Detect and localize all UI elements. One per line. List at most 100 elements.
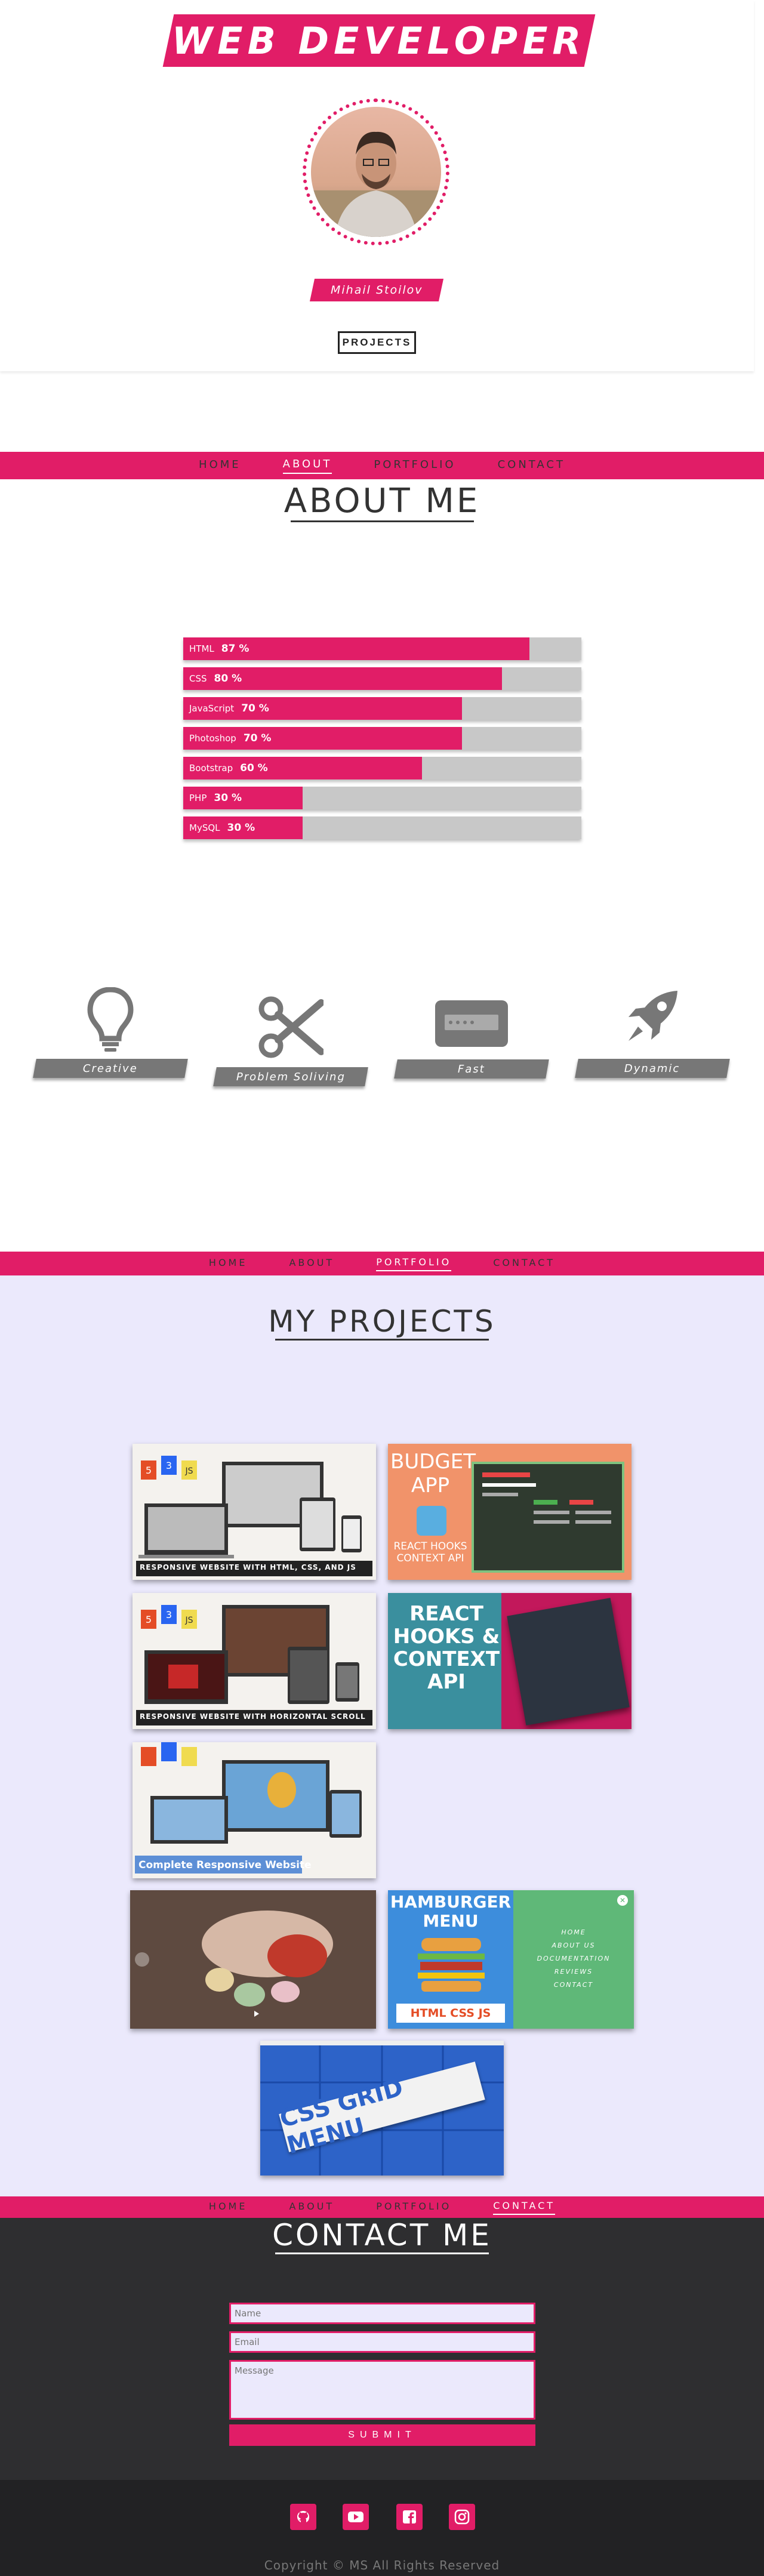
skill-name: CSS bbox=[189, 673, 207, 684]
skill-name: JavaScript bbox=[189, 703, 235, 714]
project-title: REACT HOOKS & CONTEXT API bbox=[393, 1602, 500, 1694]
github-icon[interactable] bbox=[290, 2504, 316, 2530]
react-logo-icon bbox=[417, 1506, 446, 1536]
project-card-complete-responsive[interactable]: Complete Responsive Website bbox=[133, 1742, 376, 1878]
card-icon bbox=[435, 1000, 508, 1047]
menu-item: HOME bbox=[561, 1928, 586, 1936]
skill-name: HTML bbox=[189, 643, 214, 654]
copyright-text: Copyright © MS All Rights Reserved bbox=[264, 2558, 500, 2572]
skill-name: MySQL bbox=[189, 822, 220, 833]
contact-section: CONTACT ME SUBMIT bbox=[0, 2218, 764, 2480]
skill-fill: HTML 87 % bbox=[183, 637, 530, 660]
project-title: BUDGET APP bbox=[390, 1450, 476, 1497]
name-field[interactable] bbox=[229, 2303, 535, 2324]
svg-text:3: 3 bbox=[166, 1460, 172, 1471]
nav-home[interactable]: HOME bbox=[199, 458, 241, 473]
skill-name: Bootstrap bbox=[189, 763, 233, 774]
title-underline bbox=[275, 2253, 489, 2254]
nav-portfolio[interactable]: PORTFOLIO bbox=[376, 2201, 451, 2214]
menu-item: REVIEWS bbox=[554, 1968, 593, 1976]
trait-problem-solving: Problem Soliving bbox=[213, 994, 368, 1086]
skill-value: 87 % bbox=[221, 643, 249, 655]
skill-name: PHP bbox=[189, 793, 207, 803]
nav-about[interactable]: ABOUT bbox=[282, 458, 332, 474]
projects-button[interactable]: PROJECTS bbox=[338, 331, 416, 354]
message-field[interactable] bbox=[229, 2360, 535, 2420]
spacer bbox=[0, 371, 764, 452]
skill-bar: JavaScript 70 % bbox=[183, 697, 581, 720]
svg-text:5: 5 bbox=[146, 1614, 152, 1625]
project-caption: Complete Responsive Website bbox=[138, 1859, 312, 1871]
project-card-image-slider[interactable] bbox=[130, 1890, 376, 2029]
project-card-responsive-website[interactable]: 5 3 JS RESPONSIVE WEBSITE WITH HTML, CSS… bbox=[133, 1444, 376, 1580]
skill-bar: Bootstrap 60 % bbox=[183, 757, 581, 779]
trait-label-text: Creative bbox=[83, 1062, 138, 1075]
skill-value: 60 % bbox=[240, 762, 268, 774]
menu-item: ABOUT US bbox=[552, 1942, 596, 1949]
nav-portfolio[interactable]: PORTFOLIO bbox=[376, 1256, 452, 1271]
project-card-budget-app[interactable]: BUDGET APP REACT HOOKS CONTEXT API bbox=[388, 1444, 631, 1580]
skill-fill: PHP 30 % bbox=[183, 787, 303, 809]
project-title: HAMBURGER MENU bbox=[390, 1892, 512, 1931]
facebook-icon[interactable] bbox=[396, 2504, 423, 2530]
youtube-icon[interactable] bbox=[343, 2504, 369, 2530]
svg-text:3: 3 bbox=[166, 1609, 172, 1620]
email-field[interactable] bbox=[229, 2331, 535, 2353]
name-badge: Mihail Stoilov bbox=[309, 279, 444, 301]
title-underline bbox=[290, 520, 474, 522]
trait-creative: Creative bbox=[33, 987, 188, 1078]
avatar-ring bbox=[303, 98, 449, 245]
footer: Copyright © MS All Rights Reserved bbox=[0, 2480, 764, 2576]
skill-value: 70 % bbox=[243, 732, 272, 744]
skill-fill: Bootstrap 60 % bbox=[183, 757, 423, 779]
project-card-horizontal-scroll[interactable]: 5 3 JS RESPONSIVE WEBSITE WITH HORIZONTA… bbox=[133, 1593, 376, 1729]
portfolio-nav: HOME ABOUT PORTFOLIO CONTACT bbox=[0, 1252, 764, 1275]
project-card-react-hooks[interactable]: REACT HOOKS & CONTEXT API bbox=[388, 1593, 631, 1729]
close-icon: ✕ bbox=[617, 1895, 628, 1906]
project-menu-list: HOME ABOUT US DOCUMENTATION REVIEWS CONT… bbox=[513, 1926, 634, 1992]
project-card-hamburger-menu[interactable]: HAMBURGER MENU HTML CSS JS HOME ABOUT US… bbox=[388, 1890, 634, 2029]
project-tags: HTML CSS JS bbox=[396, 2004, 505, 2023]
svg-text:JS: JS bbox=[184, 1466, 193, 1476]
svg-text:5: 5 bbox=[146, 1465, 152, 1476]
contact-title: CONTACT ME bbox=[272, 2218, 492, 2253]
project-preview bbox=[472, 1462, 624, 1573]
trait-label-text: Dynamic bbox=[624, 1062, 680, 1075]
trait-label-text: Fast bbox=[458, 1062, 485, 1076]
project-card-css-grid-menu[interactable]: CSS GRID MENU bbox=[260, 2041, 504, 2176]
submit-button[interactable]: SUBMIT bbox=[229, 2424, 535, 2446]
skill-bar: PHP 30 % bbox=[183, 787, 581, 809]
menu-item: DOCUMENTATION bbox=[537, 1955, 611, 1962]
skills-list: HTML 87 % CSS 80 % JavaScript 70 % Photosho… bbox=[183, 637, 581, 846]
nav-home[interactable]: HOME bbox=[209, 1257, 248, 1271]
skill-fill: Photoshop 70 % bbox=[183, 727, 462, 750]
project-caption: RESPONSIVE WEBSITE WITH HTML, CSS, AND J… bbox=[140, 1563, 356, 1572]
developer-name: Mihail Stoilov bbox=[330, 284, 423, 297]
contact-nav: HOME ABOUT PORTFOLIO CONTACT bbox=[0, 2196, 764, 2218]
project-preview bbox=[507, 1598, 630, 1725]
trait-label: Dynamic bbox=[575, 1059, 730, 1078]
instagram-icon[interactable] bbox=[449, 2504, 475, 2530]
trait-label-text: Problem Soliving bbox=[236, 1070, 346, 1083]
lightbulb-icon bbox=[87, 987, 134, 1052]
scissors-icon bbox=[258, 996, 324, 1058]
nav-about[interactable]: ABOUT bbox=[289, 1257, 334, 1271]
trait-fast: Fast bbox=[394, 997, 549, 1079]
skill-bar: Photoshop 70 % bbox=[183, 727, 581, 750]
avatar bbox=[311, 107, 441, 237]
skill-fill: MySQL 30 % bbox=[183, 816, 303, 839]
portfolio-title: MY PROJECTS bbox=[268, 1304, 496, 1339]
nav-contact[interactable]: CONTACT bbox=[498, 458, 565, 473]
about-title: ABOUT ME bbox=[284, 482, 480, 520]
nav-home[interactable]: HOME bbox=[209, 2201, 248, 2214]
nav-contact[interactable]: CONTACT bbox=[493, 1257, 555, 1271]
trait-label: Fast bbox=[394, 1059, 549, 1079]
nav-portfolio[interactable]: PORTFOLIO bbox=[374, 458, 455, 473]
skill-value: 80 % bbox=[214, 673, 242, 685]
skill-fill: JavaScript 70 % bbox=[183, 697, 462, 720]
nav-contact[interactable]: CONTACT bbox=[493, 2200, 556, 2215]
nav-about[interactable]: ABOUT bbox=[289, 2201, 334, 2214]
project-caption: RESPONSIVE WEBSITE WITH HORIZONTAL SCROL… bbox=[140, 1712, 366, 1721]
svg-text:JS: JS bbox=[184, 1616, 193, 1625]
skill-fill: CSS 80 % bbox=[183, 667, 502, 690]
